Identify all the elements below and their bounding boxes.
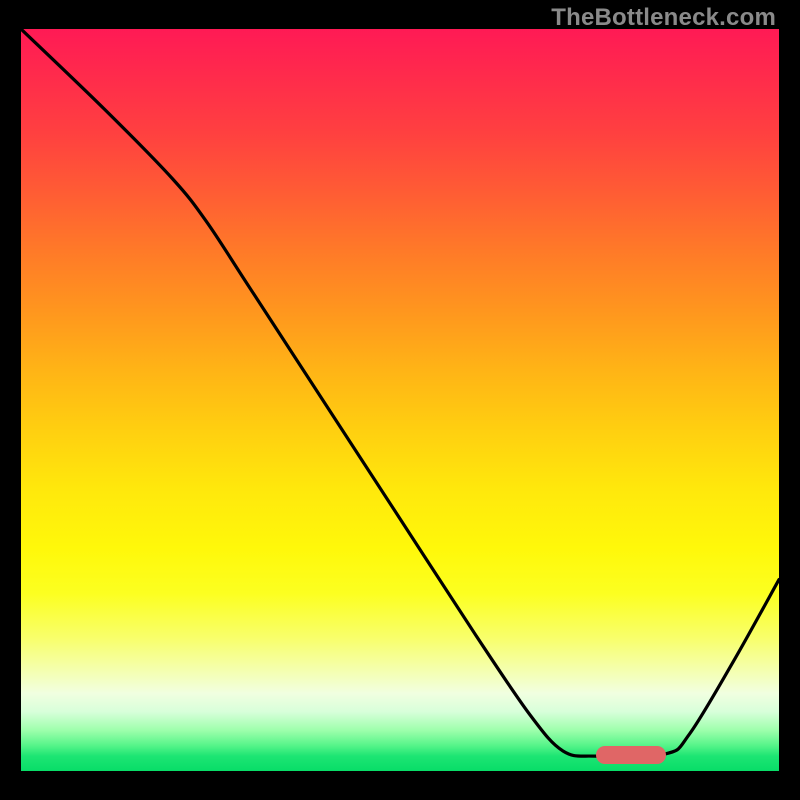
optimal-range-marker [596,746,666,764]
bottleneck-curve [21,29,779,771]
watermark-text: TheBottleneck.com [551,4,776,32]
plot-area [21,29,779,771]
chart-frame [21,29,779,771]
